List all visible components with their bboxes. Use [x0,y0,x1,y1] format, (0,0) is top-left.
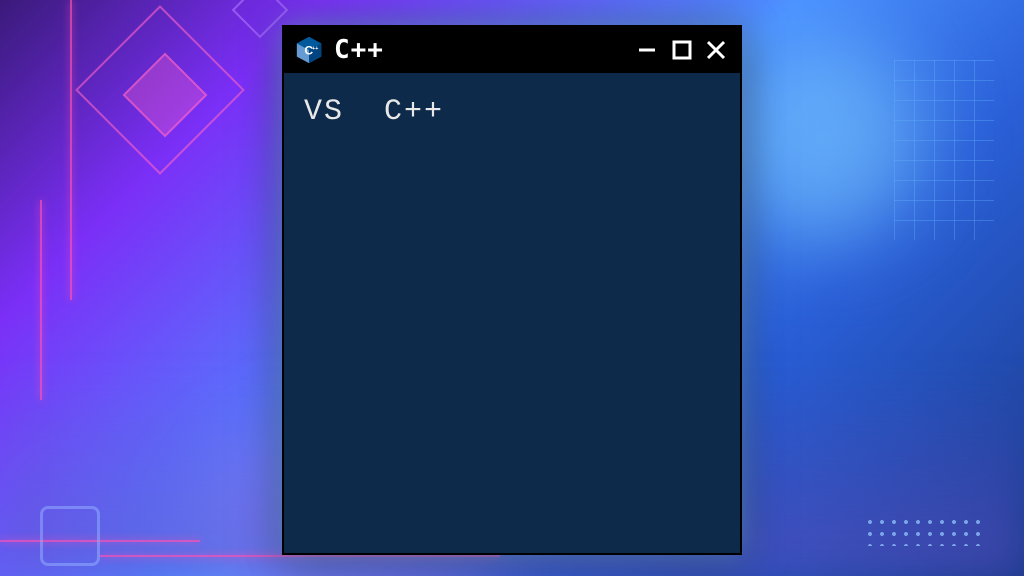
terminal-output-text: VS C++ [304,95,720,129]
window-controls [634,36,730,64]
close-button[interactable] [702,36,730,64]
svg-text:++: ++ [312,46,319,52]
maximize-button[interactable] [668,36,696,64]
cpp-logo-icon: C ++ [294,35,324,65]
window-title: C++ [334,35,624,65]
terminal-window: C ++ C++ VS C++ [282,25,742,555]
terminal-content-area[interactable]: VS C++ [284,73,740,553]
window-titlebar[interactable]: C ++ C++ [284,27,740,73]
minimize-button[interactable] [634,36,662,64]
